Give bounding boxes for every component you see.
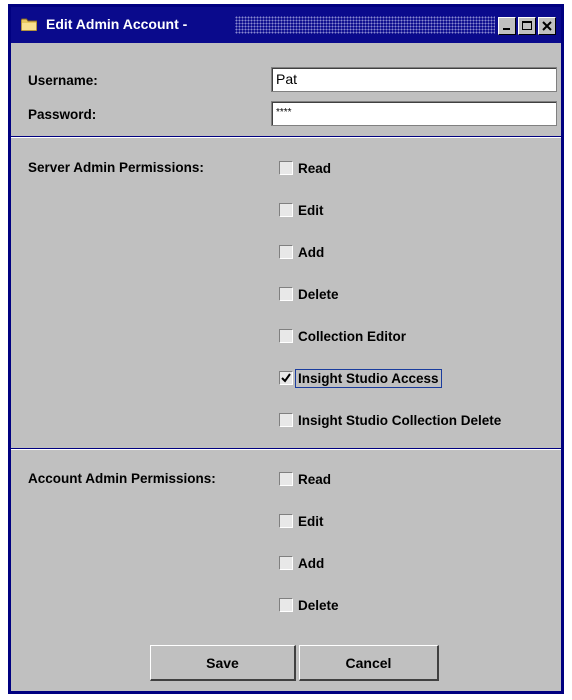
checkbox-label: Read: [298, 160, 332, 176]
checkbox-box: [279, 514, 293, 528]
checkbox-box: [279, 556, 293, 570]
close-button[interactable]: [538, 17, 556, 35]
server-collection-editor-checkbox[interactable]: Collection Editor: [279, 325, 406, 347]
checkbox-box: [279, 161, 293, 175]
checkbox-label: Insight Studio Access: [295, 368, 442, 388]
checkbox-box: [279, 472, 293, 486]
account-admin-permissions-label: Account Admin Permissions:: [28, 471, 216, 486]
server-admin-permissions-label: Server Admin Permissions:: [28, 160, 204, 175]
button-bar: Save Cancel: [11, 637, 561, 691]
edit-admin-account-window: Edit Admin Account - Username: Pat Passw…: [8, 4, 564, 694]
dialog-content: Username: Pat Password: **** Server Admi…: [11, 43, 561, 691]
maximize-button[interactable]: [518, 17, 536, 35]
separator: [11, 448, 561, 450]
checkbox-box: [279, 329, 293, 343]
server-insight-studio-access-checkbox[interactable]: Insight Studio Access: [279, 367, 442, 389]
username-label: Username:: [28, 73, 98, 88]
checkbox-label: Insight Studio Collection Delete: [298, 412, 502, 428]
checkbox-label: Edit: [298, 202, 324, 218]
checkbox-box: [279, 203, 293, 217]
checkbox-label: Delete: [298, 286, 339, 302]
password-label: Password:: [28, 107, 97, 122]
checkbox-label: Add: [298, 244, 325, 260]
save-button[interactable]: Save: [150, 645, 296, 681]
separator: [11, 136, 561, 138]
checkbox-label: Edit: [298, 513, 324, 529]
server-read-checkbox[interactable]: Read: [279, 157, 331, 179]
account-read-checkbox[interactable]: Read: [279, 468, 331, 490]
checkmark-icon: [281, 373, 291, 383]
server-delete-checkbox[interactable]: Delete: [279, 283, 339, 305]
checkbox-box: [279, 287, 293, 301]
title-bar-pattern: [235, 16, 495, 34]
window-title: Edit Admin Account -: [46, 16, 188, 32]
maximize-icon: [522, 21, 532, 30]
minimize-icon: [503, 28, 510, 30]
checkbox-label: Add: [298, 555, 325, 571]
server-add-checkbox[interactable]: Add: [279, 241, 324, 263]
password-field[interactable]: ****: [271, 101, 557, 126]
close-icon: [542, 21, 552, 31]
minimize-button[interactable]: [498, 17, 516, 35]
account-delete-checkbox[interactable]: Delete: [279, 594, 339, 616]
checkbox-box: [279, 371, 293, 385]
checkbox-label: Delete: [298, 597, 339, 613]
title-bar[interactable]: Edit Admin Account -: [11, 7, 561, 43]
username-field[interactable]: Pat: [271, 67, 557, 92]
cancel-button[interactable]: Cancel: [299, 645, 439, 681]
checkbox-label: Collection Editor: [298, 328, 406, 344]
server-edit-checkbox[interactable]: Edit: [279, 199, 324, 221]
account-add-checkbox[interactable]: Add: [279, 552, 324, 574]
checkbox-box: [279, 598, 293, 612]
checkbox-box: [279, 413, 293, 427]
account-edit-checkbox[interactable]: Edit: [279, 510, 324, 532]
folder-icon: [20, 18, 38, 32]
window-controls: [498, 17, 556, 35]
checkbox-box: [279, 245, 293, 259]
checkbox-label: Read: [298, 471, 332, 487]
server-insight-studio-collection-delete-checkbox[interactable]: Insight Studio Collection Delete: [279, 409, 501, 431]
